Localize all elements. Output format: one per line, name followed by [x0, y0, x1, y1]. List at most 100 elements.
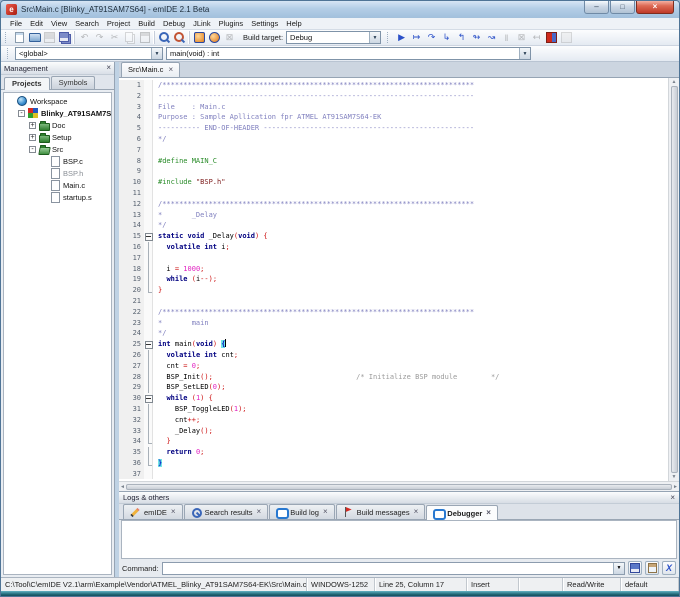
close-tab-icon[interactable]: [171, 509, 176, 515]
save-all-icon[interactable]: [58, 31, 71, 44]
collapse-icon[interactable]: -: [18, 110, 25, 117]
close-button[interactable]: [636, 1, 674, 14]
menu-file[interactable]: File: [6, 19, 26, 28]
tree-item-workspace[interactable]: Workspace: [4, 95, 111, 107]
close-tab-icon[interactable]: [257, 509, 262, 515]
code-line-21[interactable]: 21: [119, 296, 668, 307]
code-line-9[interactable]: 9: [119, 166, 668, 177]
code-line-2[interactable]: 2---------------------------------------…: [119, 91, 668, 102]
code-line-20[interactable]: 20}: [119, 285, 668, 296]
toolbar-grip[interactable]: [387, 32, 390, 43]
menu-jlink[interactable]: JLink: [189, 19, 215, 28]
minimize-button[interactable]: [584, 1, 609, 14]
code-line-11[interactable]: 11: [119, 188, 668, 199]
tree-item-main-c[interactable]: Main.c: [4, 179, 111, 191]
command-clear-icon[interactable]: [662, 561, 676, 575]
log-tab-build-log[interactable]: Build log: [269, 504, 334, 519]
log-tab-build-messages[interactable]: Build messages: [336, 504, 426, 519]
collapse-icon[interactable]: -: [29, 146, 36, 153]
command-load-icon[interactable]: [645, 561, 659, 575]
menu-help[interactable]: Help: [282, 19, 305, 28]
maximize-button[interactable]: [610, 1, 635, 14]
code-line-26[interactable]: 26 volatile int cnt;: [119, 350, 668, 361]
code-line-4[interactable]: 4Purpose : Sample Apllication fpr ATMEL …: [119, 112, 668, 123]
log-tab-emide[interactable]: emIDE: [123, 504, 183, 519]
find-replace-icon[interactable]: [173, 31, 186, 44]
tree-item-blinky-at91sam7s64[interactable]: -Blinky_AT91SAM7S64: [4, 107, 111, 119]
code-line-36[interactable]: 36}: [119, 458, 668, 469]
code-line-7[interactable]: 7: [119, 145, 668, 156]
debugger-log-content[interactable]: [121, 520, 677, 559]
menu-search[interactable]: Search: [71, 19, 103, 28]
tab-symbols[interactable]: Symbols: [51, 76, 96, 89]
code-line-10[interactable]: 10#include "BSP.h": [119, 177, 668, 188]
build-target-select[interactable]: Debug ▼: [286, 31, 381, 44]
chevron-down-icon[interactable]: ▼: [151, 48, 162, 59]
code-line-14[interactable]: 14*/: [119, 220, 668, 231]
code-line-33[interactable]: 33 _Delay();: [119, 426, 668, 437]
log-tab-debugger[interactable]: Debugger: [426, 505, 498, 520]
debugging-windows-icon[interactable]: [545, 31, 558, 44]
fold-marker[interactable]: [144, 393, 153, 404]
menu-debug[interactable]: Debug: [159, 19, 189, 28]
symbol-select[interactable]: main(void) : int ▼: [166, 47, 531, 60]
tree-item-setup[interactable]: +Setup: [4, 131, 111, 143]
close-tab-icon[interactable]: [414, 509, 419, 515]
code-line-22[interactable]: 22/*************************************…: [119, 307, 668, 318]
scroll-down-icon[interactable]: ▼: [672, 474, 677, 480]
close-panel-icon[interactable]: [106, 64, 111, 72]
code-line-8[interactable]: 8#define MAIN_C: [119, 156, 668, 167]
command-input[interactable]: [163, 563, 613, 574]
code-line-25[interactable]: 25int main(void) {: [119, 339, 668, 350]
code-line-30[interactable]: 30 while (1) {: [119, 393, 668, 404]
tab-projects[interactable]: Projects: [4, 77, 50, 90]
code-line-15[interactable]: 15static void _Delay(void) {: [119, 231, 668, 242]
build-icon[interactable]: [193, 31, 206, 44]
menu-build[interactable]: Build: [134, 19, 159, 28]
scroll-left-icon[interactable]: ◄: [120, 484, 125, 490]
new-file-icon[interactable]: [13, 31, 26, 44]
run-to-cursor-icon[interactable]: ↦: [410, 31, 423, 44]
toolbar-grip[interactable]: [5, 32, 8, 43]
next-instruction-icon[interactable]: ↬: [470, 31, 483, 44]
open-file-icon[interactable]: [28, 31, 41, 44]
rebuild-icon[interactable]: [208, 31, 221, 44]
fold-marker[interactable]: [144, 339, 153, 350]
scroll-right-icon[interactable]: ►: [673, 484, 678, 490]
code-line-18[interactable]: 18 i = 1000;: [119, 264, 668, 275]
menu-settings[interactable]: Settings: [247, 19, 282, 28]
code-line-27[interactable]: 27 cnt = 0;: [119, 361, 668, 372]
close-tab-icon[interactable]: [323, 509, 328, 515]
menu-plugins[interactable]: Plugins: [215, 19, 248, 28]
horizontal-scroll-thumb[interactable]: [126, 484, 672, 490]
code-line-5[interactable]: 5---------- END-OF-HEADER --------------…: [119, 123, 668, 134]
menu-edit[interactable]: Edit: [26, 19, 47, 28]
vertical-scroll-thumb[interactable]: [671, 86, 678, 473]
close-tab-icon[interactable]: [486, 510, 491, 516]
log-tab-search-results[interactable]: Search results: [184, 504, 269, 519]
tree-item-bsp-h[interactable]: BSP.h: [4, 167, 111, 179]
code-line-23[interactable]: 23* main: [119, 318, 668, 329]
code-line-35[interactable]: 35 return 0;: [119, 447, 668, 458]
expand-icon[interactable]: +: [29, 134, 36, 141]
code-line-12[interactable]: 12/*************************************…: [119, 199, 668, 210]
step-out-icon[interactable]: ↰: [455, 31, 468, 44]
code-area[interactable]: 1/**************************************…: [119, 78, 668, 481]
tree-item-bsp-c[interactable]: BSP.c: [4, 155, 111, 167]
menu-project[interactable]: Project: [103, 19, 134, 28]
code-line-17[interactable]: 17: [119, 253, 668, 264]
vertical-scrollbar[interactable]: ▲ ▼: [668, 78, 679, 481]
code-line-31[interactable]: 31 BSP_ToggleLED(1);: [119, 404, 668, 415]
title-bar[interactable]: e Src\Main.c [Blinky_AT91SAM7S64] - emID…: [1, 1, 679, 18]
code-line-1[interactable]: 1/**************************************…: [119, 80, 668, 91]
menu-view[interactable]: View: [47, 19, 71, 28]
scope-select[interactable]: <global> ▼: [15, 47, 163, 60]
code-line-3[interactable]: 3File : Main.c: [119, 102, 668, 113]
next-line-icon[interactable]: ↷: [425, 31, 438, 44]
toolbar-grip[interactable]: [7, 48, 10, 59]
close-panel-icon[interactable]: [670, 494, 675, 502]
code-line-28[interactable]: 28 BSP_Init(); /* Initialize BSP module …: [119, 372, 668, 383]
debug-run-icon[interactable]: ▶: [395, 31, 408, 44]
horizontal-scrollbar[interactable]: ◄ ►: [119, 481, 679, 491]
expand-icon[interactable]: +: [29, 122, 36, 129]
